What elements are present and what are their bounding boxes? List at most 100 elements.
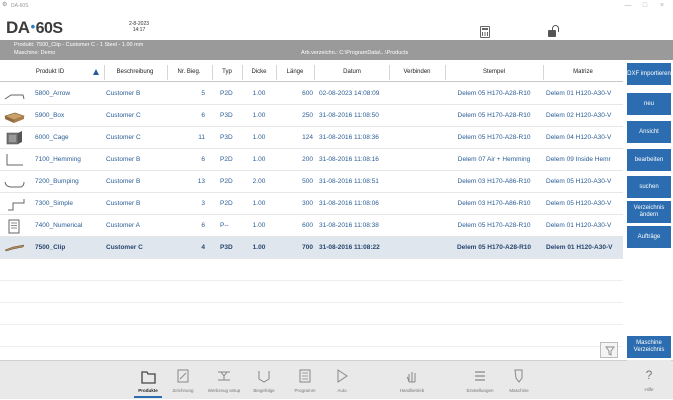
cell-die: Delem 09 Inside Hemr [546, 156, 611, 163]
cell-thickness: 1.00 [252, 134, 266, 141]
cell-date: 31-08-2016 11:08:51 [319, 178, 379, 185]
cell-die: Delem 05 H120-A30-V [546, 200, 612, 207]
cell-thickness: 1.00 [252, 244, 266, 251]
cell-product-id: 5800_Arrow [35, 90, 71, 97]
col-link[interactable]: Verbinden [390, 63, 444, 82]
play-icon [337, 369, 348, 383]
bend-sequence-icon [258, 371, 270, 383]
cell-die: Delem 02 H120-A30-V [546, 112, 612, 119]
cell-thickness: 1.00 [252, 90, 266, 97]
machine-directory-button[interactable]: Maschine Verzeichnis [627, 336, 671, 358]
col-die[interactable]: Matrize [544, 63, 622, 82]
cell-punch: Delem 05 H170-A28-R10 [457, 90, 531, 97]
nav-bend-sequence[interactable]: Biegefolge [244, 361, 284, 400]
cell-date: 31-08-2016 11:08:50 [319, 112, 379, 119]
cell-product-id: 7500_Clip [35, 244, 66, 251]
nav-manual[interactable]: Handbetrieb [392, 361, 432, 400]
product-thumbnail-icon [3, 218, 25, 234]
cell-bends: 6 [201, 112, 205, 119]
view-button[interactable]: Ansicht [627, 121, 671, 143]
drawing-icon [177, 369, 189, 383]
table-row[interactable]: 7200_Bumping Customer B 13 P2D 2.00 500 31-08-… [0, 171, 623, 193]
app-window: ⚙ DA-60S — □ × DA•60S 2-8-2023 14:17 Pro… [0, 0, 673, 399]
table-row[interactable]: 7100_Hemming Customer B 6 P2D 1.00 200 31-08-2… [0, 149, 623, 171]
cell-length: 600 [302, 90, 313, 97]
cell-length: 600 [302, 222, 313, 229]
window-title: DA-60S [11, 3, 29, 9]
calculator-icon[interactable] [480, 26, 490, 38]
unlock-icon[interactable] [548, 25, 562, 37]
col-length[interactable]: Länge [277, 63, 313, 82]
nav-auto[interactable]: Auto [322, 361, 362, 400]
cell-date: 31-08-2016 11:08:06 [319, 200, 379, 207]
col-thickness[interactable]: Dicke [243, 63, 275, 82]
cell-product-id: 7300_Simple [35, 200, 73, 207]
cell-link [390, 83, 444, 105]
cell-link [390, 149, 444, 171]
cell-length: 700 [302, 244, 313, 251]
cell-length: 500 [302, 178, 313, 185]
nav-machine[interactable]: Maschine [499, 361, 539, 400]
dxf-import-button[interactable]: DXF importieren [627, 63, 671, 85]
cell-link [390, 105, 444, 127]
table-row[interactable]: 7400_Numerical Customer A 6 P-- 1.00 600 31-08… [0, 215, 623, 237]
search-button[interactable]: suchen [627, 176, 671, 198]
close-icon[interactable]: × [656, 1, 668, 11]
empty-row [0, 325, 623, 347]
cell-date: 31-08-2016 11:08:16 [319, 156, 379, 163]
cell-die: Delem 01 H120-A30-V [546, 222, 612, 229]
nav-products[interactable]: Produkte [128, 361, 168, 400]
cell-thickness: 1.00 [252, 200, 266, 207]
active-indicator [134, 396, 162, 398]
col-punch[interactable]: Stempel [446, 63, 542, 82]
table-row[interactable]: 5800_Arrow Customer B 5 P2D 1.00 600 02-08-202… [0, 83, 623, 105]
cell-bends: 13 [197, 178, 205, 185]
nav-drawing[interactable]: Zeichnung [163, 361, 203, 400]
sort-ascending-icon[interactable] [93, 69, 99, 75]
empty-row [0, 281, 623, 303]
table-row[interactable]: 6000_Cage Customer C 11 P3D 1.00 124 31-08-201… [0, 127, 623, 149]
col-date[interactable]: Datum [315, 63, 389, 82]
filter-button[interactable] [600, 342, 618, 358]
cell-thickness: 1.00 [252, 156, 266, 163]
machine-info: Maschine: Demo [14, 50, 56, 56]
directory-info: Arb.verzeichn.: C:\ProgramData\...\Produ… [301, 50, 409, 56]
table-row[interactable]: 7300_Simple Customer B 3 P2D 1.00 300 31-08-20… [0, 193, 623, 215]
nav-label: Handbetrieb [399, 388, 425, 393]
minimize-icon[interactable]: — [622, 1, 634, 11]
col-bends[interactable]: Nr. Bieg. [168, 63, 210, 82]
edit-button[interactable]: bearbeiten [627, 149, 671, 171]
help-button[interactable]: ? Hilfe [627, 360, 671, 399]
table-header: Produkt ID Beschreibung Nr. Bieg. Typ Di… [0, 63, 623, 82]
cell-product-id: 5900_Box [35, 112, 65, 119]
cell-product-id: 7100_Hemming [35, 156, 81, 163]
nav-tool-setup[interactable]: Werkzeug setup [204, 361, 244, 400]
new-button[interactable]: neu [627, 93, 671, 115]
col-product-id[interactable]: Produkt ID [22, 63, 78, 82]
maximize-icon[interactable]: □ [639, 1, 651, 11]
cell-description: Customer B [106, 200, 141, 207]
col-description[interactable]: Beschreibung [106, 63, 164, 82]
folder-icon [141, 371, 156, 384]
cell-type: P3D [220, 112, 233, 119]
nav-program[interactable]: Programm [285, 361, 325, 400]
app-icon: ⚙ [2, 2, 8, 8]
empty-row [0, 303, 623, 325]
change-directory-button[interactable]: Verzeichnis ändern [627, 201, 671, 223]
cell-date: 31-08-2016 11:08:38 [319, 222, 379, 229]
cell-die: Delem 01 H120-A30-V [546, 90, 612, 97]
cell-description: Customer A [106, 222, 140, 229]
product-thumbnail-icon [3, 174, 25, 190]
cell-type: P2D [220, 90, 233, 97]
help-label: Hilfe [644, 387, 654, 392]
table-row[interactable]: 5900_Box Customer C 6 P3D 1.00 250 31-08-2016 … [0, 105, 623, 127]
table-row[interactable]: 7500_Clip Customer C 4 P3D 1.00 700 31-08-2016… [0, 237, 623, 259]
nav-settings[interactable]: Einstellungen [460, 361, 500, 400]
cell-punch: Delem 07 Air + Hemming [457, 156, 531, 163]
bottom-navigation: Produkte Zeichnung Werkzeug setup Biegefolg… [0, 360, 673, 399]
cell-description: Customer B [106, 156, 141, 163]
empty-row [0, 259, 623, 281]
orders-button[interactable]: Aufträge [627, 226, 671, 248]
cell-link [390, 193, 444, 215]
col-type[interactable]: Typ [213, 63, 241, 82]
